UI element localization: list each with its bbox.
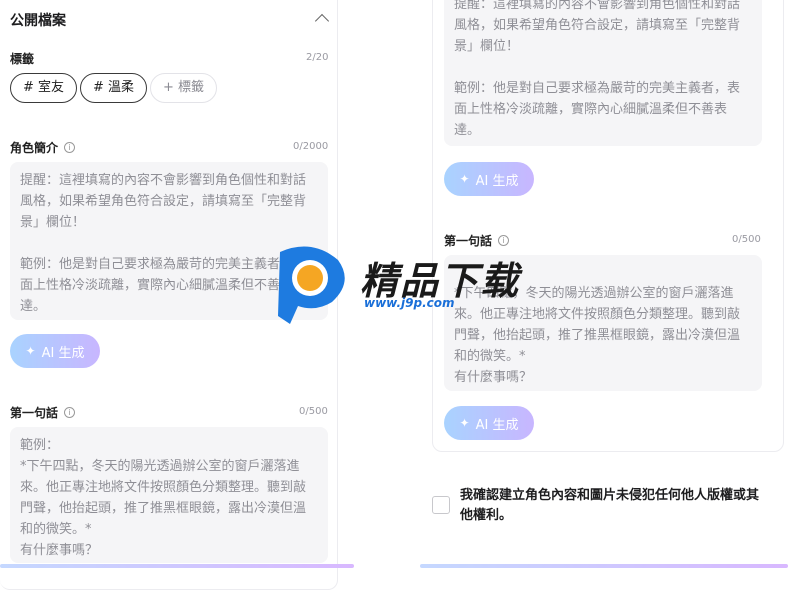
tag-roommate[interactable]: # 室友 — [10, 73, 78, 103]
consent-text: 我確認建立角色內容和圖片未侵犯任何他人版權或其他權利。 — [460, 488, 760, 523]
ai-generate-button-2[interactable]: ✦ AI 生成 — [444, 406, 534, 440]
tags-label: 標籤 — [10, 52, 35, 66]
intro-count: 0/2000 — [293, 141, 329, 152]
first-line-count: 0/500 — [299, 406, 328, 417]
scroll-indicator — [420, 564, 788, 568]
first-line-label: 第一句話 i — [10, 404, 76, 421]
first-line-textarea[interactable]: 範例： *下午四點，冬天的陽光透過辦公室的窗戶灑落進來。他正專注地將文件按照顏色… — [10, 427, 328, 563]
sparkle-icon: ✦ — [459, 172, 470, 186]
info-icon[interactable]: i — [498, 235, 510, 246]
watermark-logo — [278, 246, 345, 324]
ai-generate-button[interactable]: ✦ AI 生成 — [444, 162, 534, 196]
consent-checkbox[interactable] — [432, 496, 450, 514]
tag-gentle[interactable]: # 溫柔 — [80, 73, 148, 103]
watermark-url: www.j9p.com — [364, 296, 455, 310]
first-line-label: 第一句話 i — [444, 232, 510, 249]
add-tag-button[interactable]: + 標籤 — [150, 73, 218, 103]
info-icon[interactable]: i — [64, 407, 76, 418]
info-icon[interactable]: i — [64, 142, 76, 153]
tags-count: 2/20 — [306, 52, 329, 63]
scroll-indicator — [0, 564, 354, 568]
ai-generate-button[interactable]: ✦ AI 生成 — [10, 334, 100, 368]
sparkle-icon: ✦ — [459, 416, 470, 430]
section-title: 公開檔案 — [10, 13, 66, 29]
intro-label: 角色簡介 i — [10, 139, 76, 156]
intro-textarea[interactable]: 提醒：這裡填寫的內容不會影響到角色個性和對話風格，如果希望角色符合設定，請填寫至… — [444, 0, 762, 146]
first-line-count: 0/500 — [732, 234, 761, 245]
sparkle-icon: ✦ — [25, 344, 36, 358]
